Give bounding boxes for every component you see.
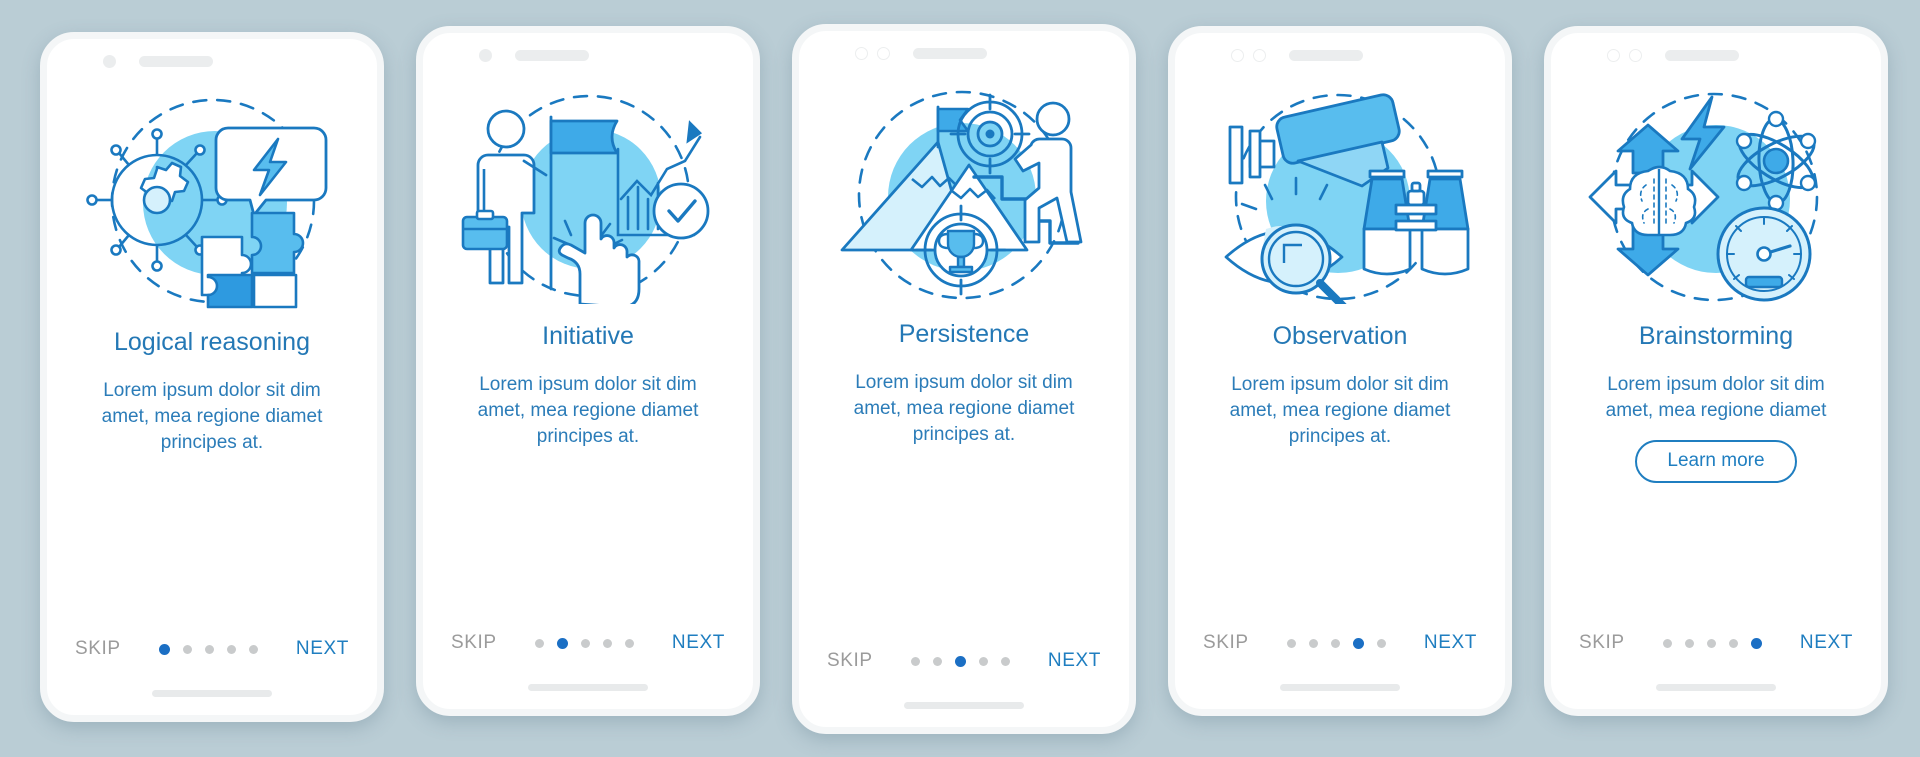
status-sensor-dot-icon	[877, 46, 890, 60]
status-sensor-dot-icon	[1629, 48, 1642, 62]
pagination-dot-5[interactable]	[624, 638, 634, 648]
pagination-dot-5[interactable]	[1000, 656, 1010, 666]
pagination-dots[interactable]	[1662, 637, 1762, 649]
next-button[interactable]: NEXT	[1048, 650, 1101, 672]
status-camera-dot-icon	[1607, 48, 1620, 62]
home-indicator	[1280, 684, 1400, 691]
onboarding-screen-persistence[interactable]: Persistence Lorem ipsum dolor sit dim am…	[792, 24, 1136, 734]
illustration-person-flag-chart-check-cursor	[458, 89, 718, 304]
pagination-dot-3[interactable]	[580, 638, 590, 648]
status-sensor-dot-icon	[1253, 48, 1266, 62]
pagination-dot-1[interactable]	[158, 643, 170, 655]
pagination-dot-2[interactable]	[1684, 638, 1694, 648]
status-speaker-pill-icon	[139, 55, 213, 67]
pagination-dot-1[interactable]	[1662, 638, 1672, 648]
status-camera-dot-icon	[1231, 48, 1244, 62]
pagination-dot-2[interactable]	[932, 656, 942, 666]
pagination-dot-2[interactable]	[1308, 638, 1318, 648]
pagination-dot-4[interactable]	[1352, 637, 1364, 649]
onboarding-nav-row: SKIP NEXT	[1551, 632, 1881, 654]
pagination-dot-5[interactable]	[248, 644, 258, 654]
skip-button[interactable]: SKIP	[1203, 632, 1249, 654]
onboarding-nav-row: SKIP NEXT	[423, 632, 753, 654]
status-speaker-pill-icon	[1665, 49, 1739, 61]
onboarding-screen-initiative[interactable]: Initiative Lorem ipsum dolor sit dim ame…	[416, 26, 760, 716]
home-indicator	[528, 684, 648, 691]
next-button[interactable]: NEXT	[1800, 632, 1853, 654]
pagination-dot-5[interactable]	[1750, 637, 1762, 649]
status-camera-dot-icon	[855, 46, 868, 60]
card-body-text: Lorem ipsum dolor sit dim amet, mea regi…	[853, 372, 1075, 445]
phone-status-bar	[47, 39, 377, 83]
pagination-dot-3[interactable]	[1706, 638, 1716, 648]
card-body-text: Lorem ipsum dolor sit dim amet, mea regi…	[101, 380, 323, 453]
phone-status-bar	[799, 31, 1129, 75]
status-camera-dot-icon	[103, 54, 116, 68]
pagination-dot-2[interactable]	[556, 637, 568, 649]
onboarding-screen-observation[interactable]: Observation Lorem ipsum dolor sit dim am…	[1168, 26, 1512, 716]
next-button[interactable]: NEXT	[672, 632, 725, 654]
pagination-dot-3[interactable]	[1330, 638, 1340, 648]
pagination-dots[interactable]	[1286, 637, 1386, 649]
status-speaker-pill-icon	[515, 49, 589, 61]
learn-more-button[interactable]: Learn more	[1635, 440, 1797, 483]
pagination-dot-1[interactable]	[534, 638, 544, 648]
card-title: Initiative	[542, 322, 634, 350]
illustration-gear-network-lightning-puzzle	[82, 95, 342, 310]
status-camera-dot-icon	[479, 48, 492, 62]
status-speaker-pill-icon	[1289, 49, 1363, 61]
card-body-text: Lorem ipsum dolor sit dim amet, mea regi…	[477, 374, 699, 447]
next-button[interactable]: NEXT	[1424, 632, 1477, 654]
onboarding-screen-brainstorming[interactable]: Brainstorming Lorem ipsum dolor sit dim …	[1544, 26, 1888, 716]
pagination-dot-4[interactable]	[1728, 638, 1738, 648]
home-indicator	[1656, 684, 1776, 691]
pagination-dot-4[interactable]	[226, 644, 236, 654]
pagination-dot-1[interactable]	[910, 656, 920, 666]
onboarding-nav-row: SKIP NEXT	[47, 638, 377, 660]
onboarding-screens-stage: Logical reasoning Lorem ipsum dolor sit …	[0, 0, 1920, 757]
home-indicator	[152, 690, 272, 697]
pagination-dots[interactable]	[158, 643, 258, 655]
pagination-dot-1[interactable]	[1286, 638, 1296, 648]
onboarding-nav-row: SKIP NEXT	[799, 650, 1129, 672]
onboarding-nav-row: SKIP NEXT	[1175, 632, 1505, 654]
pagination-dots[interactable]	[910, 655, 1010, 667]
skip-button[interactable]: SKIP	[451, 632, 497, 654]
phone-status-bar	[1175, 33, 1505, 77]
pagination-dot-3[interactable]	[954, 655, 966, 667]
illustration-mountain-flag-target-stairs-trophy	[834, 87, 1094, 302]
next-button[interactable]: NEXT	[296, 638, 349, 660]
pagination-dot-5[interactable]	[1376, 638, 1386, 648]
pagination-dot-3[interactable]	[204, 644, 214, 654]
skip-button[interactable]: SKIP	[827, 650, 873, 672]
phone-status-bar	[1551, 33, 1881, 77]
card-body-text: Lorem ipsum dolor sit dim amet, mea regi…	[1605, 374, 1827, 421]
home-indicator	[904, 702, 1024, 709]
onboarding-screen-logical-reasoning[interactable]: Logical reasoning Lorem ipsum dolor sit …	[40, 32, 384, 722]
pagination-dot-4[interactable]	[978, 656, 988, 666]
card-title: Brainstorming	[1638, 322, 1794, 350]
pagination-dot-4[interactable]	[602, 638, 612, 648]
skip-button[interactable]: SKIP	[1579, 632, 1625, 654]
card-body-text: Lorem ipsum dolor sit dim amet, mea regi…	[1229, 374, 1451, 447]
illustration-brain-arrows-lightning-atom-gauge	[1586, 89, 1846, 304]
illustration-cctv-eye-magnifier-binoculars	[1210, 89, 1470, 304]
status-speaker-pill-icon	[913, 47, 987, 59]
card-title: Persistence	[898, 320, 1030, 348]
phone-status-bar	[423, 33, 753, 77]
pagination-dot-2[interactable]	[182, 644, 192, 654]
card-title: Logical reasoning	[114, 328, 310, 356]
skip-button[interactable]: SKIP	[75, 638, 121, 660]
pagination-dots[interactable]	[534, 637, 634, 649]
card-title: Observation	[1272, 322, 1408, 350]
